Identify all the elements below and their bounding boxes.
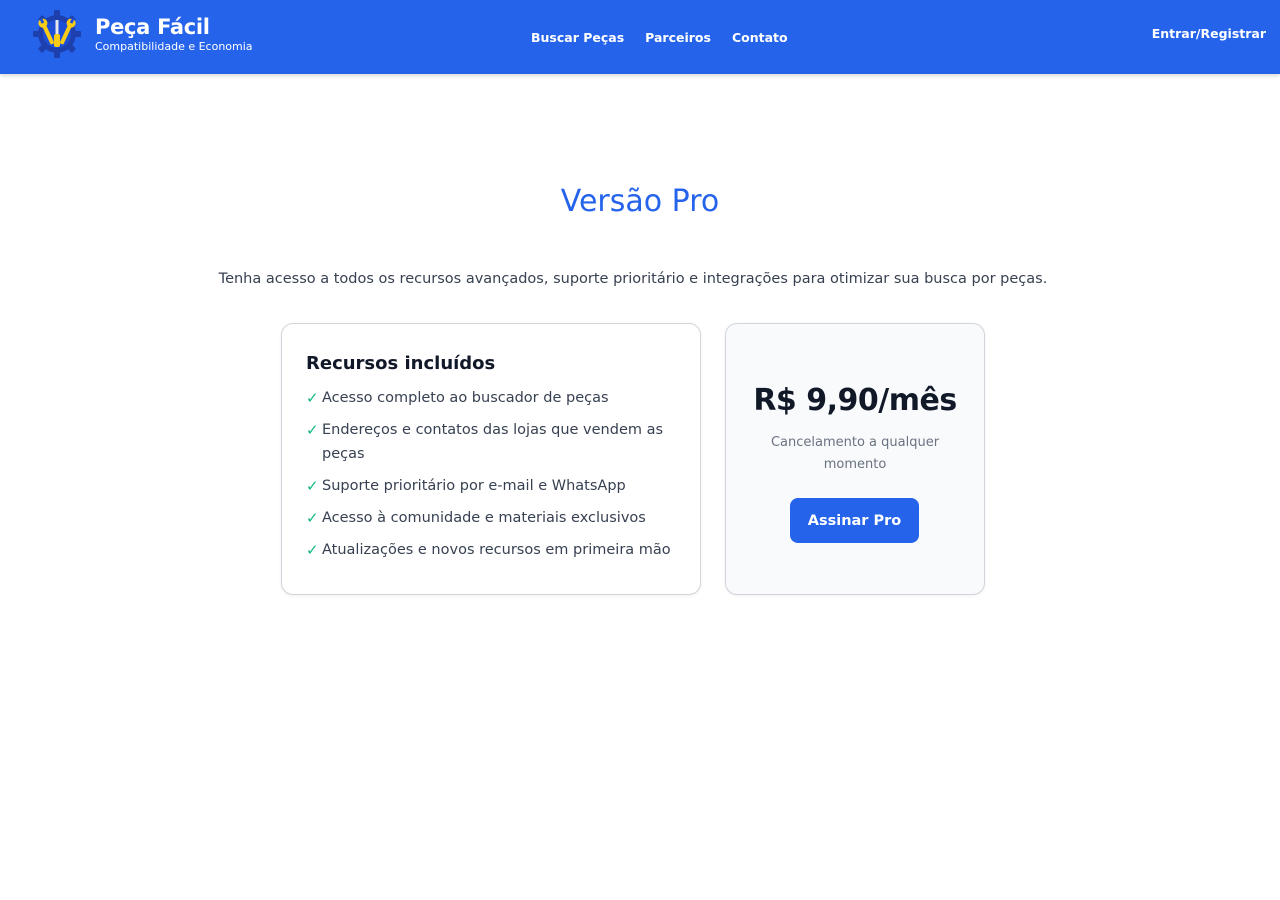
page-description: Tenha acesso a todos os recursos avançad… [218,271,1048,287]
brand[interactable]: Peça Fácil Compatibilidade e Economia [32,9,253,59]
feature-item: ✓ Endereços e contatos das lojas que ven… [306,418,676,466]
check-icon: ✓ [306,389,319,407]
brand-tagline: Compatibilidade e Economia [95,39,253,53]
feature-label: Endereços e contatos das lojas que vende… [322,422,664,462]
features-list: ✓ Acesso completo ao buscador de peças ✓… [306,386,676,562]
nav-link-parceiros[interactable]: Parceiros [645,30,711,46]
feature-item: ✓ Acesso completo ao buscador de peças [306,386,676,410]
price-label: R$ 9,90/mês [753,383,957,418]
subscribe-pro-button[interactable]: Assinar Pro [790,498,919,543]
feature-item: ✓ Acesso à comunidade e materiais exclus… [306,506,676,530]
gear-wrench-tools-icon[interactable] [32,9,82,59]
brand-name: Peça Fácil [95,14,210,39]
check-icon: ✓ [306,509,319,527]
check-icon: ✓ [306,541,319,559]
feature-item: ✓ Atualizações e novos recursos em prime… [306,538,676,562]
pricing-card: R$ 9,90/mês Cancelamento a qualquer mome… [725,323,985,595]
feature-label: Acesso à comunidade e materiais exclusiv… [322,510,646,526]
page-title: Versão Pro [560,184,720,219]
nav-link-buscar-pecas[interactable]: Buscar Peças [531,30,624,46]
main-nav: Buscar Peças Parceiros Contato [531,30,788,46]
login-register-link[interactable]: Entrar/Registrar [1152,26,1266,42]
feature-item: ✓ Suporte prioritário por e-mail e Whats… [306,474,676,498]
feature-label: Acesso completo ao buscador de peças [322,390,609,406]
feature-label: Suporte prioritário por e-mail e WhatsAp… [322,478,626,494]
feature-label: Atualizações e novos recursos em primeir… [322,542,671,558]
features-card: Recursos incluídos ✓ Acesso completo ao … [281,323,701,595]
brand-text: Peça Fácil Compatibilidade e Economia [95,15,253,54]
features-heading: Recursos incluídos [306,353,496,374]
top-navbar: Peça Fácil Compatibilidade e Economia Bu… [0,0,1280,74]
nav-link-contato[interactable]: Contato [732,30,788,46]
check-icon: ✓ [306,421,319,439]
check-icon: ✓ [306,477,319,495]
cancellation-note: Cancelamento a qualquer momento [770,435,940,472]
